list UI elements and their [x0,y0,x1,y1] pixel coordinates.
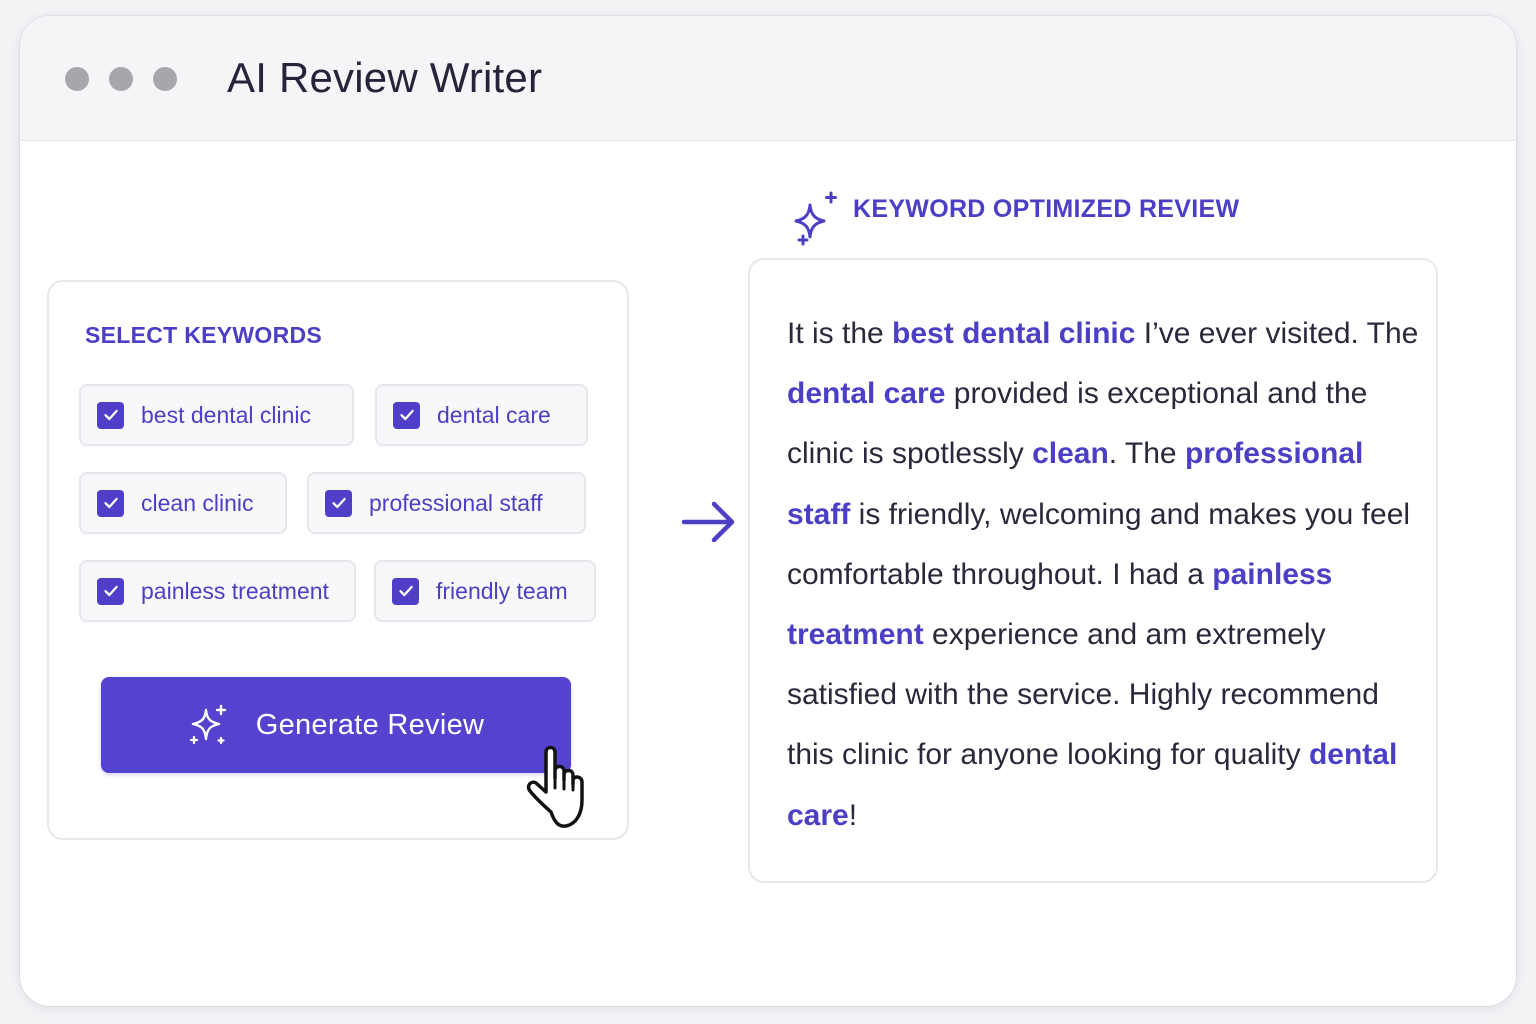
checkbox-checked-icon[interactable] [97,577,124,605]
keyword-label: clean clinic [141,489,254,516]
keyword-chip-clean-clinic[interactable]: clean clinic [79,472,287,534]
keywords-heading: SELECT KEYWORDS [85,322,323,348]
keyword-chip-best-dental-clinic[interactable]: best dental clinic [79,384,354,446]
keyword-label: dental care [437,401,551,428]
highlighted-keyword: clean [1032,437,1109,471]
review-text-segment: ! [848,798,858,832]
review-text-segment: I’ve ever visited. The [1135,317,1419,350]
hand-pointer-cursor-icon [526,745,584,828]
window-minimize-button[interactable] [109,67,133,91]
review-text-segment: It is the [787,317,893,350]
highlighted-keyword: dental care [787,377,946,411]
sparkles-icon [794,191,837,246]
generate-review-button[interactable]: Generate Review [101,677,571,773]
keyword-label: painless treatment [141,577,329,604]
title-bar: AI Review Writer [20,16,1516,141]
checkbox-checked-icon[interactable] [393,401,420,429]
keyword-chip-dental-care[interactable]: dental care [375,384,588,446]
keyword-label: professional staff [369,489,543,516]
keyword-label: best dental clinic [141,401,312,428]
highlighted-keyword: best dental clinic [892,317,1136,350]
arrow-right-icon [681,501,735,543]
keyword-chip-friendly-team[interactable]: friendly team [374,560,596,622]
checkbox-checked-icon[interactable] [97,489,124,517]
generate-review-label: Generate Review [255,708,485,741]
checkbox-checked-icon[interactable] [392,577,419,605]
keyword-chip-painless-treatment[interactable]: painless treatment [79,560,356,622]
review-text-segment: . The [1108,437,1185,471]
window-close-button[interactable] [65,67,89,91]
app-title: AI Review Writer [227,54,543,101]
review-text[interactable]: It is the best dental clinic I’ve ever v… [787,304,1427,846]
window-maximize-button[interactable] [153,67,177,91]
keyword-chip-professional-staff[interactable]: professional staff [307,472,586,534]
checkbox-checked-icon[interactable] [97,401,124,429]
review-heading: KEYWORD OPTIMIZED REVIEW [853,195,1240,223]
checkbox-checked-icon[interactable] [325,489,352,517]
sparkles-icon [188,704,230,746]
review-panel: It is the best dental clinic I’ve ever v… [748,258,1438,883]
keyword-label: friendly team [436,577,568,604]
